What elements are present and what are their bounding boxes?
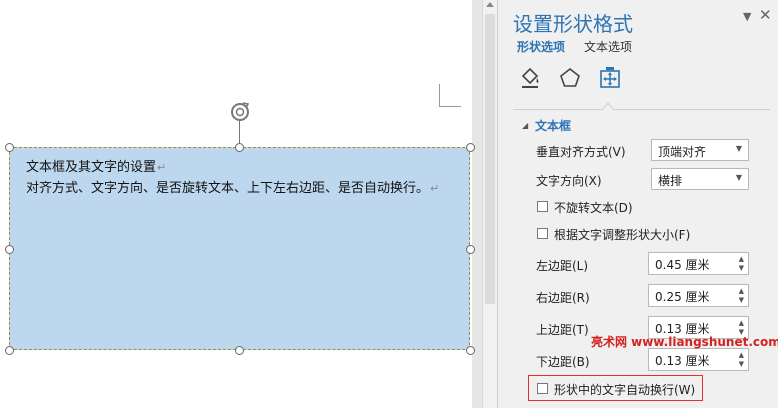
resize-shape-label[interactable]: 根据文字调整形状大小(F) xyxy=(554,226,690,243)
vertical-align-dropdown[interactable]: 顶端对齐 ▼ xyxy=(651,139,749,161)
no-rotate-text-checkbox[interactable] xyxy=(537,201,548,212)
collapse-arrow-icon[interactable]: ◢ xyxy=(522,121,528,130)
resize-handle-top-right[interactable] xyxy=(466,143,475,152)
text-direction-dropdown[interactable]: 横排 ▼ xyxy=(651,168,749,190)
vertical-align-label: 垂直对齐方式(V) xyxy=(536,145,626,159)
page-corner-mark xyxy=(439,106,461,107)
wrap-text-highlight-box xyxy=(528,375,703,401)
text-direction-value: 横排 xyxy=(658,174,683,188)
resize-handle-right[interactable] xyxy=(466,245,475,254)
close-icon[interactable]: ✕ xyxy=(759,6,772,24)
spin-up-icon[interactable]: ▲ xyxy=(739,287,744,295)
pane-options-icon[interactable]: ▼ xyxy=(743,10,751,23)
spin-down-icon[interactable]: ▼ xyxy=(739,360,744,368)
right-margin-label: 右边距(R) xyxy=(536,291,590,305)
bottom-margin-value: 0.13 厘米 xyxy=(655,354,710,368)
rotate-handle-icon[interactable] xyxy=(228,100,252,124)
bottom-margin-input[interactable]: 0.13 厘米 ▲ ▼ xyxy=(648,348,749,371)
document-area: 文本框及其文字的设置↵ 对齐方式、文字方向、是否旋转文本、上下左右边距、是否自动… xyxy=(0,0,482,408)
left-margin-label: 左边距(L) xyxy=(536,259,589,273)
spin-down-icon[interactable]: ▼ xyxy=(739,264,744,272)
scroll-thumb[interactable] xyxy=(485,14,495,304)
active-tab-caret-icon xyxy=(602,102,614,110)
vertical-scrollbar[interactable] xyxy=(482,0,497,408)
scroll-up-icon[interactable] xyxy=(486,2,494,7)
fill-line-icon[interactable] xyxy=(518,66,542,90)
no-rotate-text-label[interactable]: 不旋转文本(D) xyxy=(554,199,633,216)
spin-down-icon[interactable]: ▼ xyxy=(739,296,744,304)
spin-up-icon[interactable]: ▲ xyxy=(739,255,744,263)
resize-handle-left[interactable] xyxy=(5,245,14,254)
resize-shape-checkbox[interactable] xyxy=(537,228,548,239)
section-title-textbox[interactable]: 文本框 xyxy=(535,117,571,134)
resize-handle-bottom[interactable] xyxy=(235,346,244,355)
resize-handle-top[interactable] xyxy=(235,143,244,152)
tab-shape-options[interactable]: 形状选项 xyxy=(517,38,565,55)
left-margin-value: 0.45 厘米 xyxy=(655,258,710,272)
paragraph-mark-icon: ↵ xyxy=(157,161,167,174)
effects-icon[interactable] xyxy=(558,66,582,90)
bottom-margin-label: 下边距(B) xyxy=(536,355,590,369)
spin-up-icon[interactable]: ▲ xyxy=(739,319,744,327)
textbox-line[interactable]: 对齐方式、文字方向、是否旋转文本、上下左右边距、是否自动换行。↵ xyxy=(26,177,439,196)
watermark: 亮术网 www.liangshunet.com xyxy=(591,335,778,349)
resize-handle-bottom-right[interactable] xyxy=(466,346,475,355)
textbox-line[interactable]: 文本框及其文字的设置↵ xyxy=(26,156,166,175)
dropdown-arrow-icon: ▼ xyxy=(735,173,742,182)
size-properties-icon[interactable] xyxy=(598,66,622,90)
right-margin-input[interactable]: 0.25 厘米 ▲ ▼ xyxy=(648,284,749,307)
left-margin-input[interactable]: 0.45 厘米 ▲ ▼ xyxy=(648,252,749,275)
rotate-handle-stem xyxy=(239,121,240,143)
paragraph-mark-icon: ↵ xyxy=(430,182,440,195)
text-box[interactable]: 文本框及其文字的设置↵ 对齐方式、文字方向、是否旋转文本、上下左右边距、是否自动… xyxy=(9,147,470,350)
right-margin-value: 0.25 厘米 xyxy=(655,290,710,304)
resize-handle-top-left[interactable] xyxy=(5,143,14,152)
tab-text-options[interactable]: 文本选项 xyxy=(584,38,632,55)
page-corner-mark xyxy=(439,84,440,107)
dropdown-arrow-icon: ▼ xyxy=(735,144,742,153)
text-direction-label: 文字方向(X) xyxy=(536,174,602,188)
pane-title: 设置形状格式 xyxy=(513,12,633,36)
tab-divider xyxy=(513,109,770,110)
top-margin-label: 上边距(T) xyxy=(536,323,589,337)
spin-up-icon[interactable]: ▲ xyxy=(739,351,744,359)
resize-handle-bottom-left[interactable] xyxy=(5,346,14,355)
vertical-align-value: 顶端对齐 xyxy=(658,145,707,159)
